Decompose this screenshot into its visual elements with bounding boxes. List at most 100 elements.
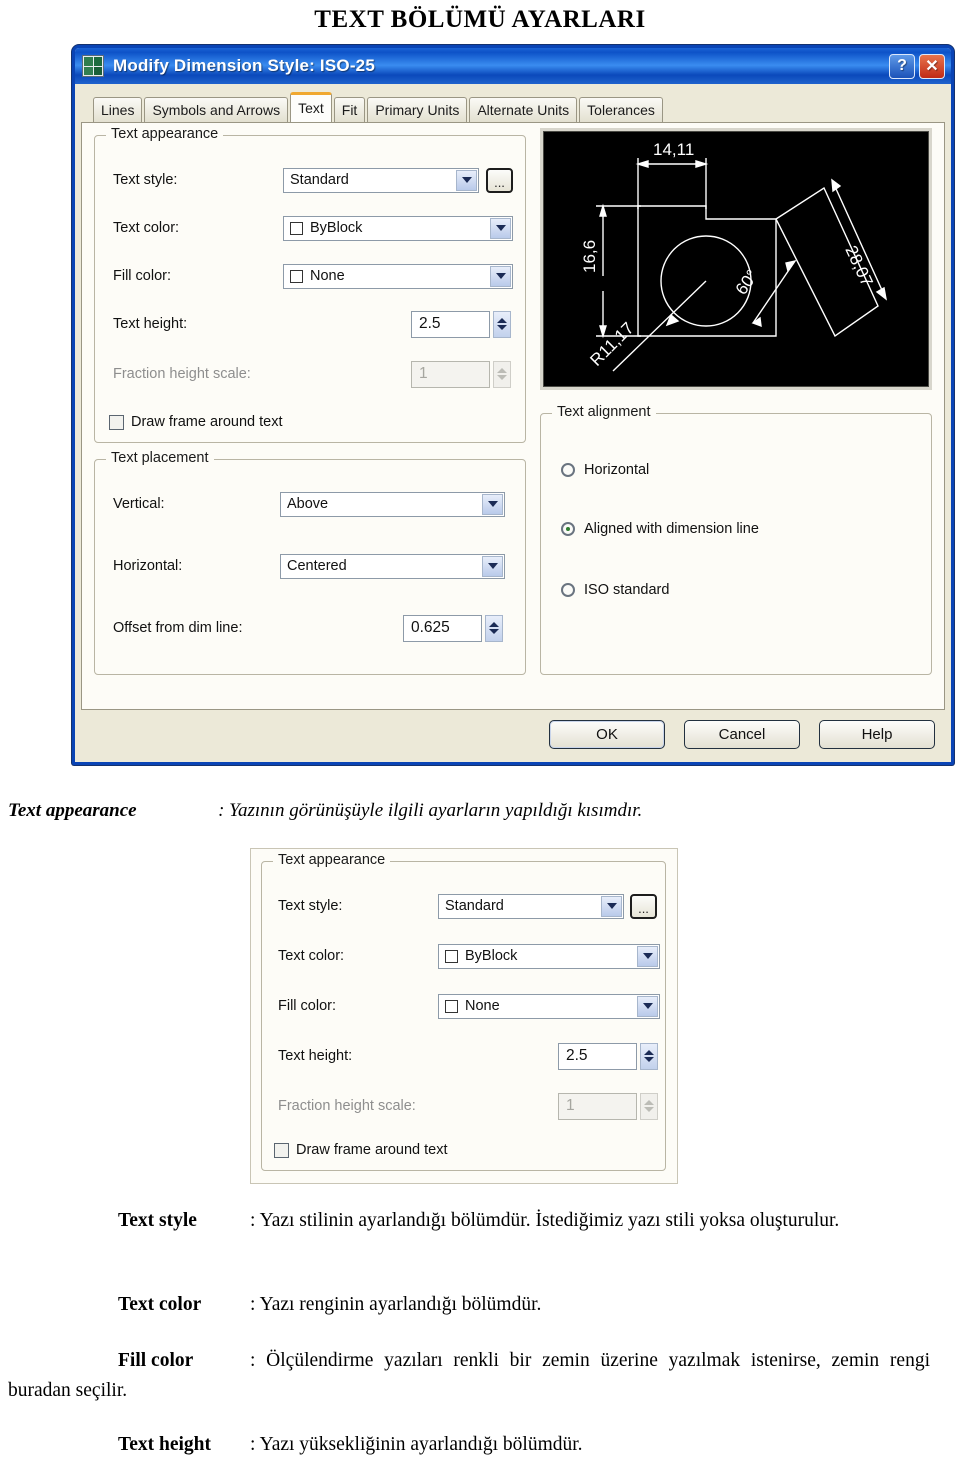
figure-fill-color-row: Fill color: None: [278, 993, 660, 1019]
figure-text-height-stepper[interactable]: 2.5: [558, 1042, 658, 1070]
offset-from-dim-line-stepper[interactable]: 0.625: [403, 614, 503, 642]
text-height-stepper[interactable]: 2.5: [411, 310, 511, 338]
tab-alternate-units[interactable]: Alternate Units: [469, 97, 578, 122]
text-color-label: Text color:: [113, 220, 180, 236]
tab-tolerances[interactable]: Tolerances: [579, 97, 663, 122]
offset-from-dim-line-row: Offset from dim line: 0.625: [113, 614, 513, 642]
alignment-iso-label: ISO standard: [584, 582, 670, 598]
fill-color-row: Fill color: None: [113, 263, 513, 289]
tab-fit[interactable]: Fit: [333, 97, 366, 122]
horizontal-combo[interactable]: Centered: [280, 553, 505, 579]
offset-from-dim-line-label: Offset from dim line:: [113, 620, 243, 636]
draw-frame-checkbox-row[interactable]: Draw frame around text: [109, 414, 283, 430]
text-appearance-description: Text appearance : Yazının görünüşüyle il…: [8, 798, 642, 824]
radio-selected-icon[interactable]: [561, 522, 575, 536]
chevron-down-icon[interactable]: [490, 217, 511, 239]
chevron-down-icon[interactable]: [456, 169, 477, 191]
figure-fraction-height-scale-row: Fraction height scale: 1: [278, 1092, 658, 1120]
dialog-titlebar[interactable]: Modify Dimension Style: ISO-25 ? ✕: [75, 48, 951, 84]
spin-up-icon: [644, 1050, 654, 1055]
text-height-input[interactable]: 2.5: [411, 310, 490, 338]
text-height-spin-buttons[interactable]: [493, 310, 511, 338]
alignment-option-iso-standard[interactable]: ISO standard: [561, 582, 669, 598]
figure-text-color-row: Text color: ByBlock: [278, 943, 660, 969]
figure-fraction-spin-buttons: [640, 1092, 658, 1120]
figure-text-style-row: Text style: Standard ...: [278, 893, 658, 919]
spin-up-icon: [497, 318, 507, 323]
vertical-combo[interactable]: Above: [280, 491, 505, 517]
ok-button[interactable]: OK: [549, 719, 665, 749]
definition-text-color: Text color : Yazı renginin ayarlandığı bö…: [8, 1290, 930, 1320]
text-appearance-group-label: Text appearance: [106, 126, 224, 142]
text-color-swatch: [290, 221, 303, 235]
tab-primary-units[interactable]: Primary Units: [367, 97, 468, 122]
offset-from-dim-line-input[interactable]: 0.625: [403, 614, 482, 642]
text-appearance-definition: : Yazının görünüşüyle ilgili ayarların y…: [218, 800, 643, 821]
cancel-button[interactable]: Cancel: [684, 719, 800, 749]
figure-text-color-combo[interactable]: ByBlock: [438, 943, 660, 969]
text-color-combo[interactable]: ByBlock: [283, 215, 513, 241]
dimension-style-preview: 14,11 16,6 28,07 60° R11,17: [540, 128, 932, 390]
alignment-option-aligned-with-dimension-line[interactable]: Aligned with dimension line: [561, 521, 759, 537]
vertical-label: Vertical:: [113, 496, 165, 512]
radio-icon[interactable]: [561, 583, 575, 597]
text-style-label: Text style:: [113, 172, 178, 188]
spin-up-icon: [489, 622, 499, 627]
figure-draw-frame-row[interactable]: Draw frame around text: [274, 1142, 448, 1158]
horizontal-value: Centered: [287, 558, 347, 574]
fraction-height-scale-stepper: 1: [411, 360, 511, 388]
chevron-down-icon[interactable]: [637, 995, 658, 1017]
titlebar-button-group: ? ✕: [889, 53, 947, 79]
alignment-horizontal-label: Horizontal: [584, 462, 650, 478]
chevron-down-icon[interactable]: [601, 895, 622, 917]
titlebar-help-icon[interactable]: ?: [889, 53, 915, 79]
chevron-down-icon[interactable]: [482, 493, 503, 515]
tab-lines[interactable]: Lines: [93, 97, 143, 122]
text-color-value: ByBlock: [310, 220, 363, 236]
figure-fraction-height-scale-label: Fraction height scale:: [278, 1098, 416, 1114]
preview-drawing: 14,11 16,6 28,07 60° R11,17: [580, 140, 888, 372]
definition-term-text-color: Text color: [118, 1294, 202, 1315]
figure-text-height-row: Text height: 2.5: [278, 1042, 658, 1070]
dialog-tabs: Lines Symbols and Arrows Text Fit Primar…: [81, 90, 945, 122]
draw-frame-checkbox[interactable]: [109, 414, 124, 430]
figure-text-height-spin-buttons[interactable]: [640, 1042, 658, 1070]
spin-down-icon: [644, 1057, 654, 1062]
definition-term-text-style: Text style: [118, 1210, 197, 1231]
definition-body-text-color: : Yazı renginin ayarlandığı bölümdür.: [250, 1294, 542, 1315]
figure-fill-color-combo[interactable]: None: [438, 993, 660, 1019]
titlebar-close-icon[interactable]: ✕: [919, 53, 945, 79]
text-style-value: Standard: [290, 172, 349, 188]
text-style-browse-button[interactable]: ...: [486, 167, 513, 193]
chevron-down-icon[interactable]: [482, 555, 503, 577]
figure-text-style-label: Text style:: [278, 898, 343, 914]
spin-up-icon: [497, 368, 507, 373]
chevron-down-icon[interactable]: [637, 945, 658, 967]
dialog-title: Modify Dimension Style: ISO-25: [113, 56, 375, 75]
help-button[interactable]: Help: [819, 719, 935, 749]
preview-dim-r11-17: R11,17: [586, 319, 637, 370]
page-title: TEXT BÖLÜMÜ AYARLARI: [314, 6, 646, 33]
chevron-down-icon[interactable]: [490, 265, 511, 287]
spin-down-icon: [497, 325, 507, 330]
radio-icon[interactable]: [561, 463, 575, 477]
figure-text-height-input[interactable]: 2.5: [558, 1042, 637, 1070]
alignment-aligned-label: Aligned with dimension line: [584, 521, 759, 537]
figure-text-appearance-group: Text appearance Text style: Standard ...…: [261, 852, 666, 1171]
spin-up-icon: [644, 1100, 654, 1105]
figure-text-color-label: Text color:: [278, 948, 345, 964]
figure-text-style-combo[interactable]: Standard: [438, 893, 624, 919]
offset-spin-buttons[interactable]: [485, 614, 503, 642]
alignment-option-horizontal[interactable]: Horizontal: [561, 462, 649, 478]
text-style-combo[interactable]: Standard: [283, 167, 479, 193]
tab-text[interactable]: Text: [290, 92, 332, 122]
fill-color-combo[interactable]: None: [283, 263, 513, 289]
text-alignment-group: Text alignment Horizontal Aligned with d…: [540, 404, 932, 675]
horizontal-label: Horizontal:: [113, 558, 183, 574]
text-height-row: Text height: 2.5: [113, 310, 513, 338]
figure-draw-frame-checkbox[interactable]: [274, 1142, 289, 1158]
horizontal-row: Horizontal: Centered: [113, 553, 513, 579]
tab-symbols-and-arrows[interactable]: Symbols and Arrows: [144, 97, 289, 122]
figure-text-style-browse-button[interactable]: ...: [630, 893, 657, 919]
fraction-height-scale-input: 1: [411, 360, 490, 388]
